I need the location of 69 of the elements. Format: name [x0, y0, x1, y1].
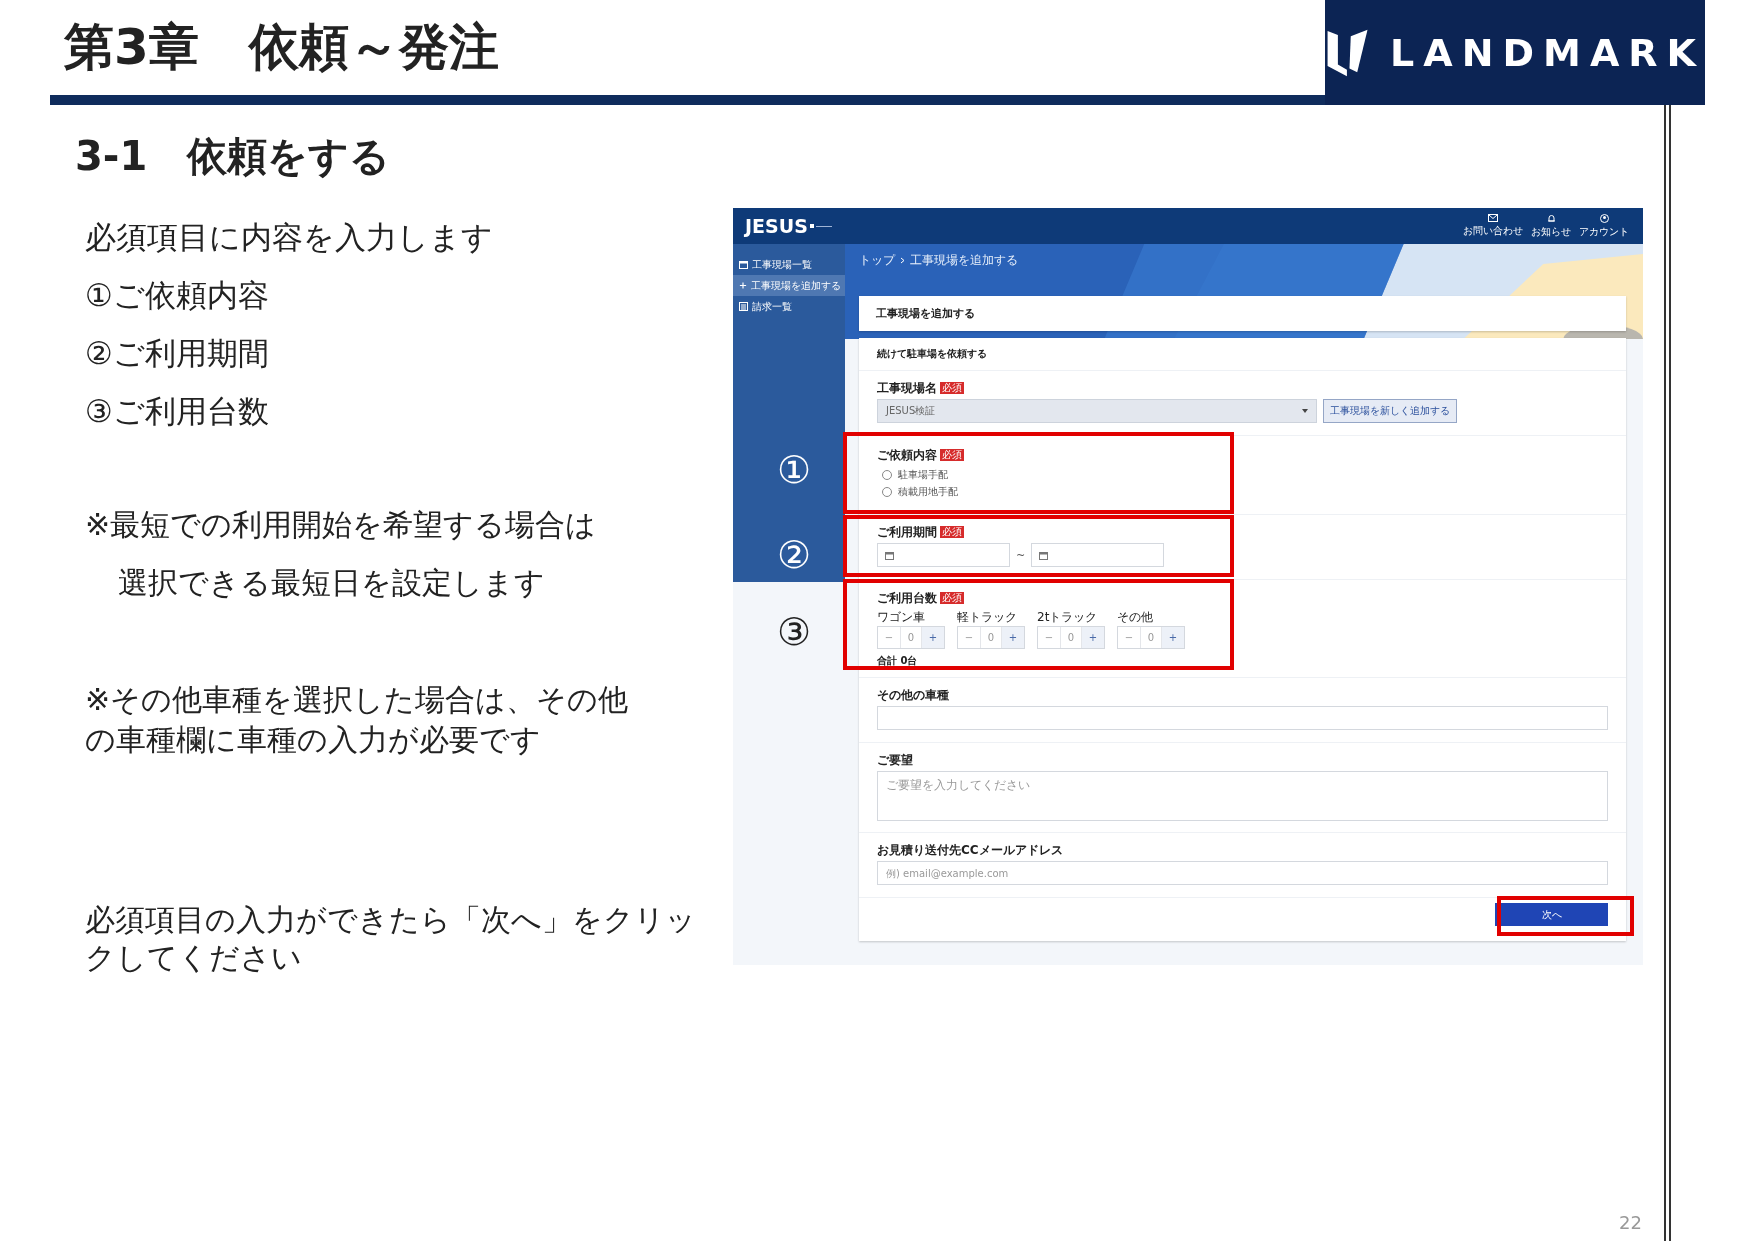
range-separator: ~ [1016, 548, 1026, 562]
logo-mark-icon [809, 223, 832, 229]
add-site-button[interactable]: 工事現場を新しく追加する [1323, 399, 1457, 423]
vehicle-label: 2tトラック [1037, 609, 1099, 624]
callout-number: ③ [777, 610, 812, 654]
field-label: ご利用台数 [877, 589, 937, 607]
mail-icon [1488, 213, 1498, 222]
sidebar-item[interactable]: 工事現場を追加する [733, 275, 845, 296]
note-text: ※その他車種を選択した場合は、その他 の車種欄に車種の入力が必要です [85, 681, 630, 759]
callout-number: ① [777, 448, 812, 492]
increment-button[interactable]: + [1082, 627, 1104, 648]
section-title: 3-1 依頼をする [75, 132, 391, 181]
chevron-icon [900, 257, 905, 264]
page-title: 工事現場を追加する [876, 306, 975, 321]
total-count: 合計 0台 [877, 654, 919, 668]
account-icon [1599, 213, 1609, 223]
date-field[interactable] [877, 543, 1010, 567]
field-label: ご依頼内容 [877, 446, 937, 464]
form-subtitle: 続けて駐車場を依頼する [877, 347, 988, 361]
list-icon [739, 302, 748, 311]
select-field[interactable]: JESUS検証 [877, 399, 1317, 423]
input-field[interactable] [877, 706, 1608, 730]
field-label: その他の車種 [877, 686, 949, 704]
date-field[interactable] [1031, 543, 1165, 567]
logo-text: LANDMARK [1390, 30, 1705, 75]
vehicle-label: その他 [1117, 609, 1154, 624]
instruction-text: ②ご利用期間 [85, 334, 270, 373]
note-text: ※最短での利用開始を希望する場合は 選択できる最短日を設定します [85, 506, 598, 602]
field-label: ご要望 [877, 751, 913, 769]
header-link[interactable]: アカウント [1579, 213, 1629, 239]
vehicle-label: ワゴン車 [877, 609, 926, 624]
caret-icon [1302, 409, 1308, 413]
app-logo: JESUS [745, 215, 808, 237]
calendar-icon [1039, 550, 1049, 560]
bell-icon [1546, 213, 1556, 223]
required-tag: 必須 [940, 382, 964, 394]
field-label: ご利用期間 [877, 523, 937, 541]
sidebar-item[interactable]: 請求一覧 [733, 296, 845, 317]
breadcrumb-link[interactable]: 工事現場を追加する [910, 252, 1018, 269]
breadcrumb-link[interactable]: トップ [859, 252, 895, 269]
required-tag: 必須 [940, 592, 964, 604]
plus-icon [739, 281, 747, 290]
page-number: 22 [1619, 1212, 1642, 1233]
request-textarea[interactable]: ご要望を入力してください [877, 771, 1608, 821]
field-label: お見積り送付先CCメールアドレス [877, 841, 1063, 859]
radio-button[interactable] [882, 469, 892, 480]
radio-label[interactable]: 駐車場手配 [898, 467, 948, 482]
note-text: 必須項目の入力ができたら「次へ」をクリッ クしてください [85, 901, 697, 977]
required-tag: 必須 [940, 449, 964, 461]
header-link[interactable]: お問い合わせ [1463, 213, 1523, 239]
instruction-text: 必須項目に内容を入力します [85, 218, 494, 257]
field-label: 工事現場名 [877, 379, 937, 397]
calendar-icon [885, 550, 894, 560]
sidebar-item[interactable]: 工事現場一覧 [733, 254, 845, 275]
radio-button[interactable] [882, 486, 892, 497]
header-link[interactable]: お知らせ [1531, 213, 1571, 239]
instruction-text: ①ご依頼内容 [85, 276, 270, 315]
calendar-icon [739, 260, 748, 269]
required-tag: 必須 [940, 526, 964, 538]
chapter-title: 第3章 依頼～発注 [64, 17, 499, 78]
email-field[interactable]: 例) email@example.com [877, 861, 1608, 885]
instruction-text: ③ご利用台数 [85, 392, 270, 431]
increment-button[interactable]: + [1162, 627, 1184, 648]
vehicle-label: 軽トラック [957, 609, 1018, 624]
increment-button[interactable]: + [1002, 627, 1024, 648]
callout-number: ② [777, 533, 812, 577]
next-button[interactable]: 次へ [1495, 903, 1608, 926]
radio-label[interactable]: 積載用地手配 [898, 484, 958, 499]
increment-button[interactable]: + [922, 627, 944, 648]
